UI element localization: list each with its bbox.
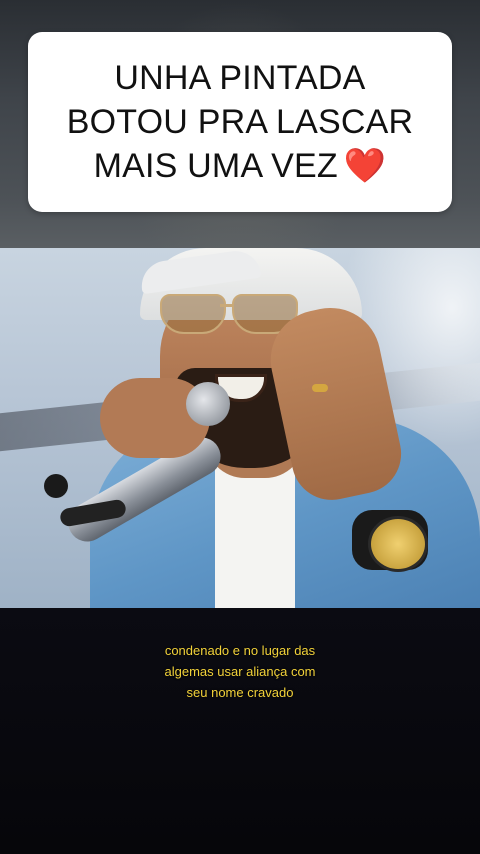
wristwatch-face <box>368 516 428 572</box>
subtitle-line-3: seu nome cravado <box>186 685 294 700</box>
caption-line-1: UNHA PINTADA <box>114 59 366 97</box>
subtitle-line-2: algemas usar aliança com <box>164 664 316 679</box>
caption-card: UNHA PINTADA BOTOU PRA LASCAR MAIS UMA V… <box>28 32 452 212</box>
video-frame[interactable] <box>0 248 480 608</box>
caption-line-3-text: MAIS UMA VEZ <box>93 147 338 185</box>
sunglasses-bridge <box>220 304 234 307</box>
singer-tshirt <box>215 458 295 608</box>
subtitles: condenado e no lugar das algemas usar al… <box>0 640 480 703</box>
ring <box>312 384 328 392</box>
sunglasses-left-lens <box>160 294 226 334</box>
microphone-end <box>44 474 68 498</box>
subtitle-line-1: condenado e no lugar das <box>164 643 316 658</box>
heart-icon: ❤️ <box>343 147 387 185</box>
microphone-head <box>186 382 230 426</box>
caption-line-3: MAIS UMA VEZ ❤️ <box>94 144 387 188</box>
caption-line-2: BOTOU PRA LASCAR <box>66 103 414 141</box>
